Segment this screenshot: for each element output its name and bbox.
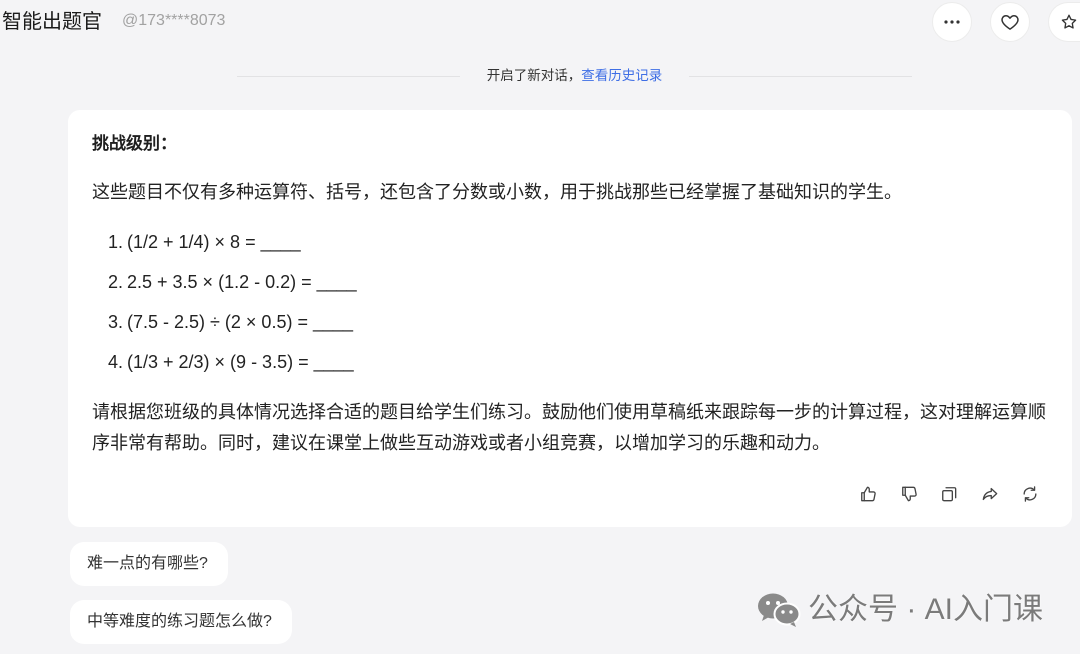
divider-line-left [237, 75, 460, 77]
divider-text: 开启了新对话，查看历史记录 [487, 66, 663, 86]
copy-button[interactable] [937, 482, 961, 506]
favorite-button[interactable] [990, 2, 1030, 42]
copy-icon [939, 484, 959, 504]
thumbs-down-icon [899, 484, 919, 504]
question-item: 1. (1/2 + 1/4) × 8 = ____ [92, 227, 1052, 258]
question-list: 1. (1/2 + 1/4) × 8 = ____ 2. 2.5 + 3.5 ×… [92, 227, 1052, 378]
dislike-button[interactable] [897, 482, 921, 506]
question-item: 2. 2.5 + 3.5 × (1.2 - 0.2) = ____ [92, 267, 1052, 298]
watermark-text: 公众号 · AI入门课 [808, 593, 1044, 626]
question-item: 3. (7.5 - 2.5) ÷ (2 × 0.5) = ____ [92, 307, 1052, 338]
new-conversation-divider: 开启了新对话，查看历史记录 [237, 66, 912, 86]
message-actions [856, 482, 1042, 506]
question-text: (1/3 + 2/3) × (9 - 3.5) = ____ [127, 352, 354, 372]
question-number: 1. [108, 232, 124, 252]
message-heading: 挑战级别： [92, 134, 177, 153]
refresh-icon [1020, 484, 1040, 504]
like-button[interactable] [856, 482, 880, 506]
regenerate-button[interactable] [1018, 482, 1042, 506]
suggestion-chip[interactable]: 难一点的有哪些? [70, 542, 228, 586]
wechat-icon [756, 591, 802, 629]
message-closing: 请根据您班级的具体情况选择合适的题目给学生们练习。鼓励他们使用草稿纸来跟踪每一步… [92, 402, 1046, 453]
heart-icon [1000, 12, 1020, 32]
assistant-message-card: 挑战级别： 这些题目不仅有多种运算符、括号，还包含了分数或小数，用于挑战那些已经… [68, 110, 1072, 527]
suggestion-chip[interactable]: 中等难度的练习题怎么做? [70, 600, 292, 644]
question-number: 4. [108, 352, 124, 372]
more-button[interactable] [932, 2, 972, 42]
new-conversation-notice: 开启了新对话， [486, 68, 582, 83]
star-icon [1060, 13, 1078, 31]
share-button[interactable] [978, 482, 1002, 506]
app-title: 智能出题官 [2, 11, 102, 33]
question-text: (7.5 - 2.5) ÷ (2 × 0.5) = ____ [127, 312, 354, 332]
more-icon [944, 20, 960, 24]
question-number: 2. [108, 272, 124, 292]
message-intro: 这些题目不仅有多种运算符、括号，还包含了分数或小数，用于挑战那些已经掌握了基础知… [92, 182, 902, 202]
question-text: (1/2 + 1/4) × 8 = ____ [127, 232, 301, 252]
history-link[interactable]: 查看历史记录 [581, 68, 662, 83]
divider-line-right [689, 75, 912, 77]
share-icon [980, 484, 1000, 504]
star-button[interactable] [1048, 2, 1080, 42]
question-number: 3. [108, 312, 124, 332]
question-text: 2.5 + 3.5 × (1.2 - 0.2) = ____ [127, 272, 357, 292]
thumbs-up-icon [858, 484, 878, 504]
user-handle: @173****8073 [122, 12, 226, 29]
question-item: 4. (1/3 + 2/3) × (9 - 3.5) = ____ [92, 347, 1052, 378]
